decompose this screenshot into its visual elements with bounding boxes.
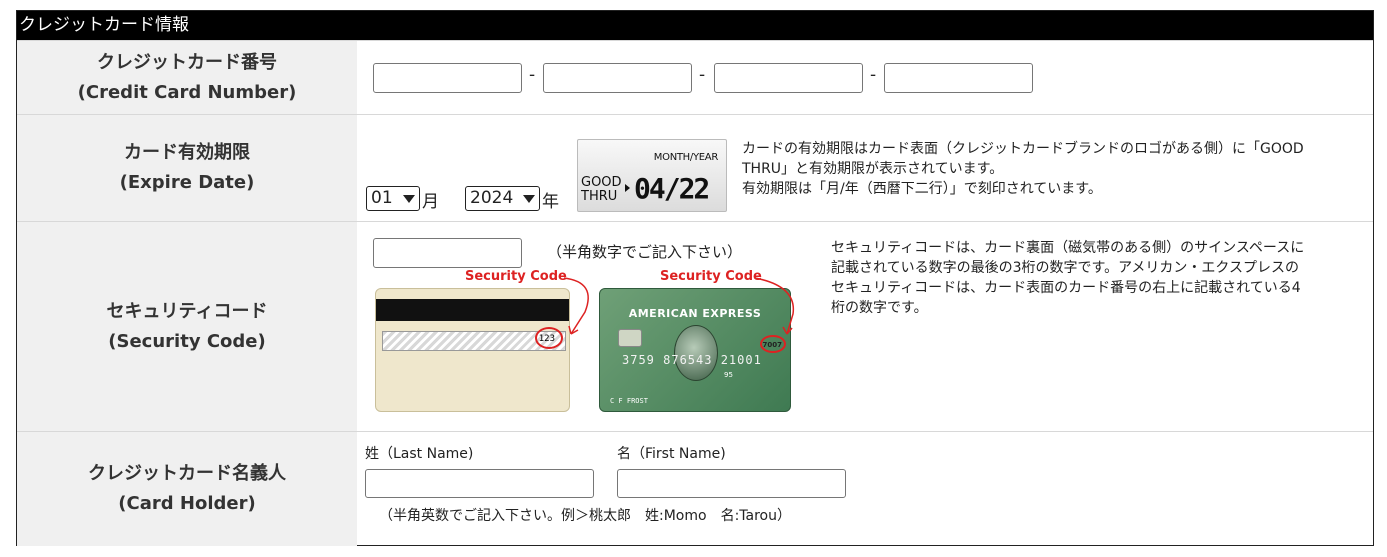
separator-1: - (529, 65, 536, 85)
security-note-line-4: 桁の数字です。 (831, 300, 928, 316)
chevron-down-icon (523, 195, 535, 203)
holder-hint: （半角英数でご記入下さい。例＞桃太郎 姓:Momo 名:Tarou） (379, 508, 791, 524)
first-name-label: 名（First Name) (617, 446, 726, 462)
holder-label-ja: クレジットカード名義人 (88, 463, 286, 484)
holder-row: クレジットカード名義人 (Card Holder) 姓（Last Name) 名… (17, 431, 1373, 546)
expire-note-line-2: THRU」と有効期限が表示されています。 (742, 161, 1004, 177)
holder-label: クレジットカード名義人 (Card Holder) (17, 432, 357, 546)
expire-note-line-3: 有効期限は「月/年（西暦下二行）」で刻印されています。 (742, 181, 1102, 197)
security-note-line-2: 記載されている数字の最後の3桁の数字です。アメリカン・エクスプレスの (831, 260, 1299, 276)
month-select-value: 01 (371, 188, 393, 208)
last-name-input[interactable] (365, 469, 594, 498)
expire-content: 01 月 2024 年 MONTH/YEAR GOOD THRU 04/22 カ… (357, 115, 1373, 221)
month-select[interactable]: 01 (366, 186, 420, 211)
month-unit: 月 (422, 192, 439, 212)
expire-note-line-1: カードの有効期限はカード表面（クレジットカードブランドのロゴがある側）に「GOO… (742, 141, 1304, 157)
first-name-input[interactable] (617, 469, 846, 498)
holder-content: 姓（Last Name) 名（First Name) （半角英数でご記入下さい。… (357, 432, 1373, 546)
year-select[interactable]: 2024 (465, 186, 540, 211)
security-note-line-1: セキュリティコードは、カード裏面（磁気帯のある側）のサインスペースに (831, 240, 1305, 256)
separator-2: - (699, 65, 706, 85)
security-content: （半角数字でご記入下さい） Security Code Security Cod… (357, 222, 1373, 431)
expiry-card-image: MONTH/YEAR GOOD THRU 04/22 (577, 139, 727, 212)
last-name-label: 姓（Last Name) (365, 446, 474, 462)
expiry-card-good-thru: GOOD THRU (581, 176, 622, 204)
security-label: セキュリティコード (Security Code) (17, 222, 357, 431)
expire-note: カードの有効期限はカード表面（クレジットカードブランドのロゴがある側）に「GOO… (742, 139, 1382, 199)
expire-label-ja: カード有効期限 (124, 142, 250, 163)
card-number-row: クレジットカード番号 (Credit Card Number) - - - (17, 40, 1373, 114)
year-select-value: 2024 (470, 188, 514, 208)
security-row: セキュリティコード (Security Code) （半角数字でご記入下さい） … (17, 221, 1373, 431)
card-number-label-en: (Credit Card Number) (77, 81, 297, 103)
security-label-en: (Security Code) (108, 330, 266, 352)
expiry-card-thru: THRU (581, 189, 618, 204)
expiry-card-good: GOOD (581, 175, 622, 190)
expire-row: カード有効期限 (Expire Date) 01 月 2024 年 MONTH/… (17, 114, 1373, 221)
card-number-field-3[interactable] (714, 63, 863, 93)
year-unit: 年 (542, 192, 559, 212)
security-code-arrows (563, 277, 795, 335)
expire-label-en: (Expire Date) (119, 172, 255, 193)
card-number-label-ja: クレジットカード番号 (97, 51, 277, 73)
card-number-field-4[interactable] (884, 63, 1033, 93)
expiry-card-date: 04/22 (634, 172, 710, 205)
separator-3: - (870, 65, 877, 85)
card-number-field-2[interactable] (543, 63, 692, 93)
card-number-content: - - - (357, 41, 1373, 114)
security-label-ja: セキュリティコード (106, 300, 268, 322)
security-note: セキュリティコードは、カード裏面（磁気帯のある側）のサインスペースに 記載されて… (831, 238, 1371, 318)
card-number-label: クレジットカード番号 (Credit Card Number) (17, 41, 357, 114)
section-title: クレジットカード情報 (17, 11, 1373, 40)
expiry-card-month-year: MONTH/YEAR (653, 152, 719, 163)
card-number-field-1[interactable] (373, 63, 522, 93)
security-note-line-3: セキュリティコードは、カード表面のカード番号の右上に記載されている4 (831, 280, 1301, 296)
chevron-down-icon (403, 195, 415, 203)
arrow-right-icon (625, 184, 630, 192)
holder-label-en: (Card Holder) (118, 493, 256, 514)
credit-card-form: クレジットカード情報 クレジットカード番号 (Credit Card Numbe… (16, 10, 1374, 546)
expire-label: カード有効期限 (Expire Date) (17, 115, 357, 221)
